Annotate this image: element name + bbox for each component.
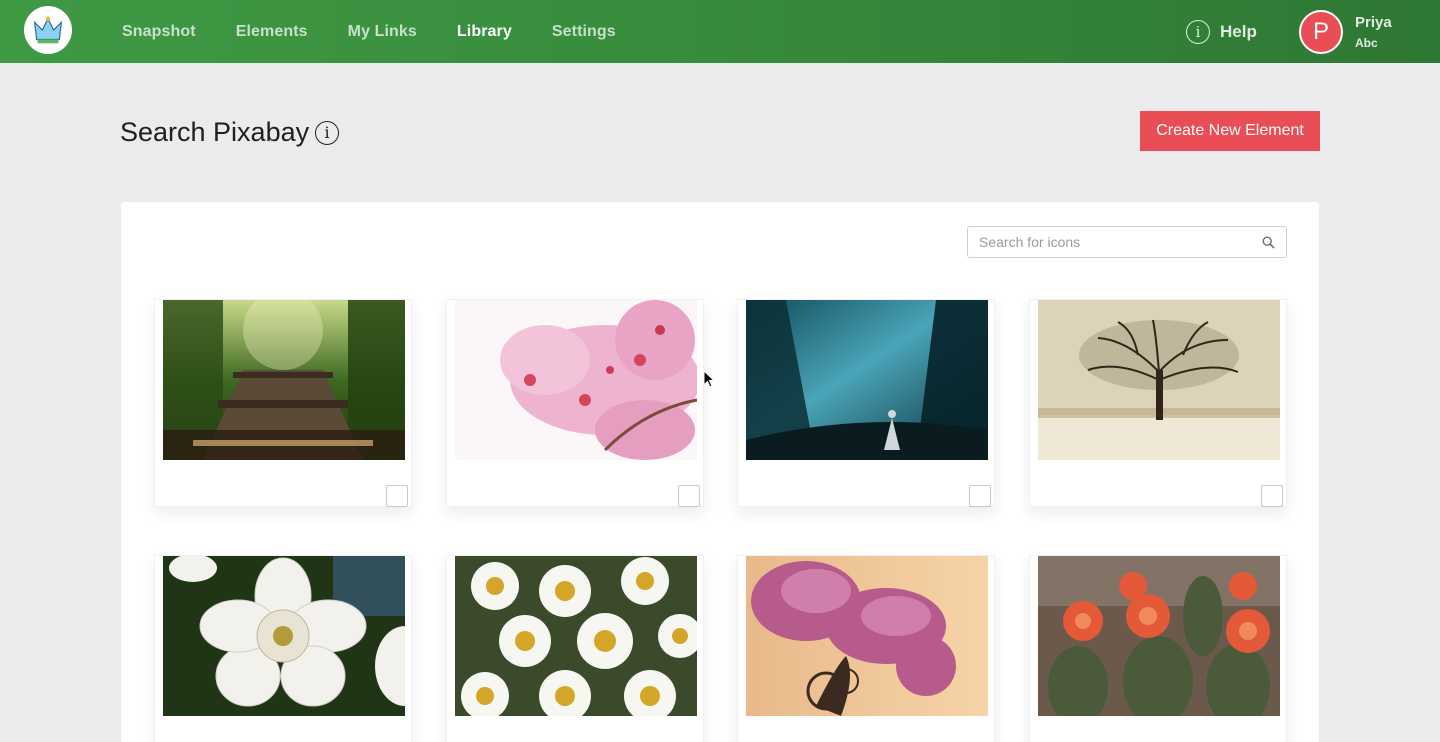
select-checkbox[interactable] xyxy=(678,485,700,507)
image-card[interactable] xyxy=(154,555,412,742)
nav-library[interactable]: Library xyxy=(457,23,512,41)
nav-settings[interactable]: Settings xyxy=(552,23,616,41)
image-card[interactable] xyxy=(1029,299,1287,507)
nav-elements[interactable]: Elements xyxy=(236,23,308,41)
info-circle-icon[interactable]: i xyxy=(315,120,340,145)
main-nav: Snapshot Elements My Links Library Setti… xyxy=(122,0,656,63)
image-card[interactable] xyxy=(446,555,704,742)
avatar: P xyxy=(1299,10,1343,54)
image-card[interactable] xyxy=(737,299,995,507)
select-checkbox[interactable] xyxy=(386,485,408,507)
forest-bridge-image[interactable] xyxy=(163,300,405,460)
create-new-element-button[interactable]: Create New Element xyxy=(1140,111,1320,151)
page-title: Search Pixabay i xyxy=(120,117,340,148)
white-daffodil-image[interactable] xyxy=(163,556,405,716)
image-card[interactable] xyxy=(1029,555,1287,742)
cherry-blossom-image[interactable] xyxy=(455,300,697,460)
search-box xyxy=(967,226,1287,258)
image-card[interactable] xyxy=(737,555,995,742)
mouse-cursor-icon xyxy=(703,370,715,388)
cactus-flowers-image[interactable] xyxy=(1038,556,1280,716)
crown-logo-icon xyxy=(33,16,63,44)
nav-my-links[interactable]: My Links xyxy=(348,23,417,41)
image-library-panel xyxy=(121,202,1319,742)
user-menu[interactable]: P Priya Abc xyxy=(1299,10,1392,54)
top-navbar: Snapshot Elements My Links Library Setti… xyxy=(0,0,1440,63)
bare-tree-field-image[interactable] xyxy=(1038,300,1280,460)
select-checkbox[interactable] xyxy=(969,485,991,507)
help-link[interactable]: i Help xyxy=(1186,20,1257,44)
app-logo[interactable] xyxy=(24,6,72,54)
magnifier-icon[interactable] xyxy=(1262,236,1275,249)
user-org: Abc xyxy=(1355,36,1378,50)
page-title-text: Search Pixabay xyxy=(120,117,310,147)
help-label: Help xyxy=(1220,22,1257,41)
info-circle-icon: i xyxy=(1186,20,1210,44)
image-card[interactable] xyxy=(446,299,704,507)
select-checkbox[interactable] xyxy=(1261,485,1283,507)
nav-snapshot[interactable]: Snapshot xyxy=(122,23,196,41)
search-input[interactable] xyxy=(968,227,1248,257)
image-card[interactable] xyxy=(154,299,412,507)
lilac-image[interactable] xyxy=(746,556,988,716)
daisies-image[interactable] xyxy=(455,556,697,716)
misty-forest-figure-image[interactable] xyxy=(746,300,988,460)
user-name: Priya xyxy=(1355,14,1392,31)
